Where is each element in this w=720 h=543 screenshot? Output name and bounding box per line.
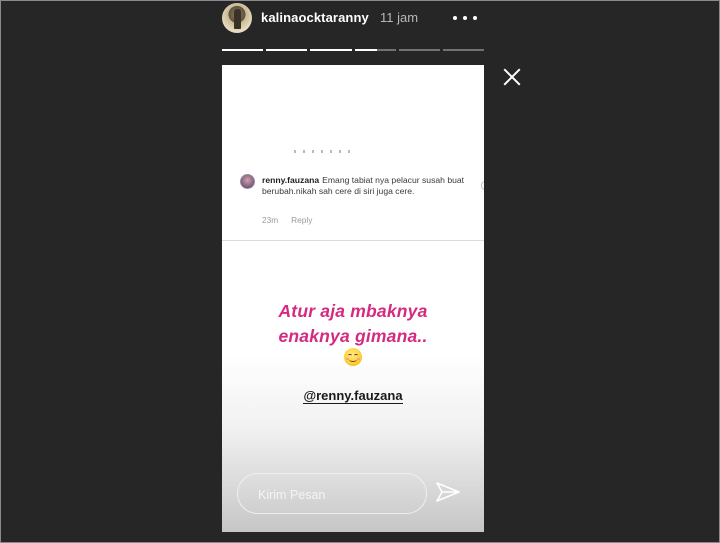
heart-icon — [481, 181, 484, 190]
story-content[interactable]: renny.fauzana Emang tabiat nya pelacur su… — [222, 65, 484, 532]
message-input[interactable] — [256, 485, 410, 505]
smiling-face-icon — [344, 348, 362, 366]
profile-avatar[interactable] — [222, 3, 252, 33]
post-time: 11 jam — [380, 10, 419, 25]
story-header: kalinaocktaranny 11 jam — [220, 0, 486, 44]
sticker-line-1: Atur aja mbaknya — [278, 301, 428, 321]
story-progress-bar — [222, 49, 485, 52]
comment-reply-label: Reply — [291, 215, 313, 225]
more-options-icon[interactable] — [453, 8, 477, 28]
commenter-avatar — [240, 174, 255, 189]
progress-segment — [354, 49, 396, 51]
close-icon[interactable] — [501, 66, 523, 88]
cropped-text-fragment — [294, 150, 354, 153]
commenter-username: renny.fauzana — [262, 175, 320, 185]
comment-text: renny.fauzana Emang tabiat nya pelacur su… — [262, 175, 474, 197]
username[interactable]: kalinaocktaranny — [261, 10, 369, 25]
comment-meta: 23m Reply — [262, 215, 312, 225]
comment-age: 23m — [262, 215, 279, 225]
progress-segment — [222, 49, 264, 51]
progress-segment — [398, 49, 440, 51]
mention-text[interactable]: @renny.fauzana — [303, 388, 403, 404]
sticker-line-2: enaknya gimana.. — [278, 326, 428, 346]
mention-sticker[interactable]: @renny.fauzana — [222, 388, 484, 404]
message-reply-field[interactable] — [237, 473, 427, 514]
story-text-sticker: Atur aja mbaknya enaknya gimana.. — [222, 299, 484, 349]
progress-segment — [266, 49, 308, 51]
progress-segment — [442, 49, 485, 51]
comment-divider — [222, 240, 484, 241]
progress-segment — [310, 49, 352, 51]
send-icon[interactable] — [434, 480, 462, 506]
